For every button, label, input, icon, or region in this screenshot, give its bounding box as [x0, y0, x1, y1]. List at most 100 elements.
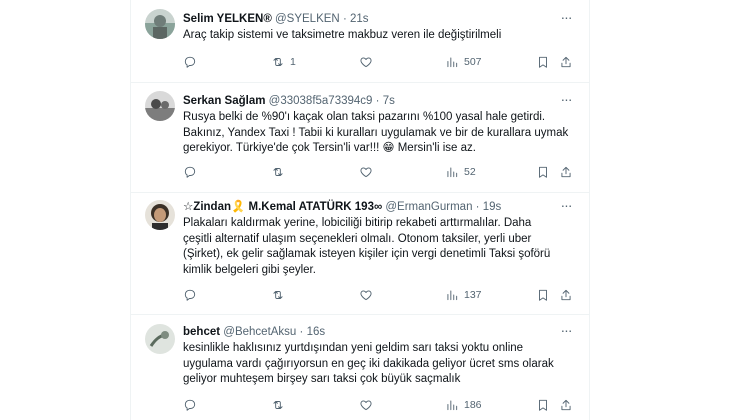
avatar[interactable]: [145, 324, 175, 354]
tweet-text-line: Bakınız, Yandex Taxi ! Tabii ki kurallar…: [183, 126, 569, 139]
tweet[interactable]: Serkan Sağlam @33038f5a73394c9 · 7s ··· …: [131, 82, 589, 193]
tweet-header: ☆Zindan🎗️ M.Kemal ATATÜRK 193∞ @ErmanGur…: [183, 200, 549, 214]
more-icon[interactable]: ···: [559, 92, 573, 108]
like-icon: [360, 290, 372, 301]
bookmark-icon: [539, 399, 547, 411]
separator-dot: ·: [342, 13, 347, 25]
like-button[interactable]: [359, 54, 373, 70]
share-icon: [561, 399, 571, 411]
tweet-text-line: gerekiyor. Türkiye'de çok Tersin'li var!…: [183, 142, 476, 154]
tweet-header: behcet @BehcetAksu · 16s: [183, 325, 549, 339]
like-button[interactable]: [359, 164, 373, 180]
avatar[interactable]: [145, 91, 175, 121]
tweet-text-line: geliyor muhteşem birşey sarı taksi çok b…: [183, 373, 461, 385]
tweet-text: Plakaları kaldırmak yerine, lobiciliği b…: [183, 216, 569, 278]
bookmark-icon: [539, 289, 547, 301]
retweet-button[interactable]: 1: [271, 54, 296, 70]
like-button[interactable]: [359, 287, 373, 303]
like-icon: [360, 57, 372, 68]
tweet[interactable]: behcet @BehcetAksu · 16s ··· kesinlikle …: [131, 314, 589, 420]
bookmark-icon: [539, 166, 547, 178]
tweet[interactable]: Selim YELKEN® @SYELKEN · 21s ··· Araç ta…: [131, 0, 589, 83]
views-count: 137: [464, 289, 482, 301]
display-name[interactable]: ☆Zindan🎗️ M.Kemal ATATÜRK 193∞: [183, 201, 382, 213]
reply-icon: [184, 289, 196, 301]
views-button[interactable]: 52: [445, 164, 476, 180]
views-icon: [447, 57, 458, 68]
tweet-text-line: kimlik belgeleri gibi şeyler.: [183, 263, 316, 276]
retweet-button[interactable]: [271, 397, 290, 413]
user-handle[interactable]: @SYELKEN: [275, 13, 340, 25]
share-button[interactable]: [559, 287, 573, 303]
reply-button[interactable]: [183, 287, 197, 303]
reply-button[interactable]: [183, 397, 197, 413]
reply-button[interactable]: [183, 54, 197, 70]
tweet-text-line: (Şirket), ek gelir sağlamak isteyen kişi…: [183, 248, 551, 260]
avatar[interactable]: [145, 200, 175, 230]
reply-icon: [184, 166, 196, 178]
user-handle[interactable]: @ErmanGurman: [385, 201, 472, 213]
tweet-text-line: uygulama vardı çağırıyorsun en geç iki d…: [183, 357, 554, 370]
views-count: 186: [464, 399, 482, 411]
bookmark-button[interactable]: [536, 397, 550, 413]
separator-dot: ·: [375, 95, 380, 107]
share-button[interactable]: [559, 164, 573, 180]
tweet-text-line: kesinlikle haklısınız yurtdışından yeni …: [183, 342, 524, 354]
tweet-text-line: Rusya belki de %90'ı kaçak olan taksi pa…: [183, 111, 546, 123]
user-handle[interactable]: @33038f5a73394c9: [269, 95, 373, 107]
views-icon: [447, 290, 458, 301]
reply-icon: [184, 56, 196, 68]
timestamp[interactable]: 21s: [350, 13, 369, 25]
tweet-actions: 186: [183, 397, 578, 413]
retweet-count: 1: [290, 56, 296, 68]
share-icon: [561, 166, 571, 178]
display-name[interactable]: Selim YELKEN®: [183, 13, 272, 25]
tweet-actions: 137: [183, 287, 578, 303]
share-button[interactable]: [559, 397, 573, 413]
more-icon[interactable]: ···: [559, 323, 573, 339]
bookmark-icon: [539, 56, 547, 68]
separator-dot: ·: [299, 326, 304, 338]
tweet[interactable]: ☆Zindan🎗️ M.Kemal ATATÜRK 193∞ @ErmanGur…: [131, 192, 589, 315]
tweet-text-line: Araç takip sistemi ve taksimetre makbuz …: [183, 29, 502, 41]
views-button[interactable]: 507: [445, 54, 482, 70]
views-count: 507: [464, 56, 482, 68]
more-icon[interactable]: ···: [559, 198, 573, 214]
share-icon: [561, 56, 571, 68]
like-button[interactable]: [359, 397, 373, 413]
user-handle[interactable]: @BehcetAksu: [223, 326, 296, 338]
retweet-button[interactable]: [271, 287, 290, 303]
retweet-icon: [273, 291, 283, 299]
tweet-header: Serkan Sağlam @33038f5a73394c9 · 7s: [183, 94, 549, 108]
display-name[interactable]: Serkan Sağlam: [183, 95, 265, 107]
tweet-text-line: Plakaları kaldırmak yerine, lobiciliği b…: [183, 217, 532, 229]
reply-button[interactable]: [183, 164, 197, 180]
timestamp[interactable]: 19s: [483, 201, 502, 213]
timestamp[interactable]: 7s: [383, 95, 395, 107]
timestamp[interactable]: 16s: [307, 326, 326, 338]
tweet-text: Araç takip sistemi ve taksimetre makbuz …: [183, 28, 569, 44]
tweet-text: Rusya belki de %90'ı kaçak olan taksi pa…: [183, 110, 569, 157]
views-button[interactable]: 186: [445, 397, 482, 413]
share-button[interactable]: [559, 54, 573, 70]
replies-feed: Selim YELKEN® @SYELKEN · 21s ··· Araç ta…: [130, 0, 590, 420]
display-name[interactable]: behcet: [183, 326, 220, 338]
views-button[interactable]: 137: [445, 287, 482, 303]
bookmark-button[interactable]: [536, 287, 550, 303]
tweet-actions: 1 507: [183, 54, 578, 70]
like-icon: [360, 167, 372, 178]
retweet-icon: [273, 168, 283, 176]
separator-dot: ·: [475, 201, 480, 213]
avatar[interactable]: [145, 9, 175, 39]
views-icon: [447, 167, 458, 178]
more-icon[interactable]: ···: [559, 10, 573, 26]
retweet-icon: [273, 401, 283, 409]
reply-icon: [184, 399, 196, 411]
like-icon: [360, 400, 372, 411]
tweet-text-line: çeşitli alternatif ulaşım seçenekleri ol…: [183, 232, 532, 245]
views-icon: [447, 400, 458, 411]
share-icon: [561, 289, 571, 301]
retweet-button[interactable]: [271, 164, 290, 180]
bookmark-button[interactable]: [536, 54, 550, 70]
bookmark-button[interactable]: [536, 164, 550, 180]
